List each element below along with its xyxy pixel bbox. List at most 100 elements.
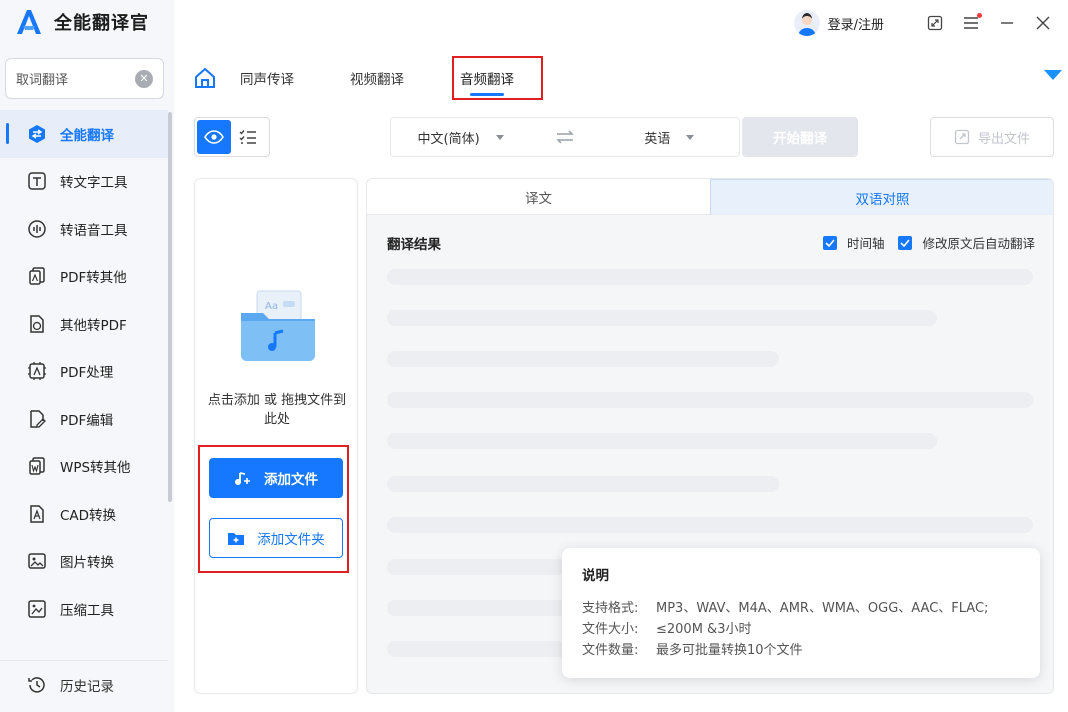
info-value: MP3、WAV、M4A、AMR、WMA、OGG、AAC、FLAC;: [656, 601, 989, 616]
chevron-down-icon: [495, 134, 504, 140]
sidebar-item-label: 转文字工具: [60, 175, 128, 192]
sidebar-item-wps[interactable]: WPS转其他: [0, 443, 168, 491]
search-box[interactable]: ✕: [5, 58, 164, 99]
info-row: 支持格式: MP3、WAV、M4A、AMR、WMA、OGG、AAC、FLAC;: [582, 598, 1020, 619]
info-title: 说明: [582, 568, 609, 584]
add-folder-button[interactable]: 添加文件夹: [209, 518, 343, 558]
source-language-select[interactable]: 中文(简体): [391, 128, 530, 147]
tab-translation[interactable]: 译文: [367, 179, 710, 215]
sidebar-item-label: 转语音工具: [60, 222, 128, 239]
sidebar-item-voice-tool[interactable]: 转语音工具: [0, 205, 168, 253]
sidebar-item-label: 全能翻译: [60, 127, 114, 144]
info-label: 文件数量:: [582, 643, 639, 658]
export-file-button[interactable]: 导出文件: [930, 117, 1054, 157]
tab-simultaneous[interactable]: 同声传译: [240, 68, 294, 88]
cad-icon: [26, 503, 48, 525]
skeleton-line: [387, 517, 1033, 533]
app-title: 全能翻译官: [54, 13, 149, 34]
upload-panel[interactable]: Aa 点击添加 或 拖拽文件到此处: [194, 178, 358, 694]
export-icon: [954, 129, 970, 145]
resize-icon[interactable]: [926, 14, 944, 32]
auto-translate-checkbox[interactable]: 修改原文后自动翻译: [898, 233, 1035, 252]
info-label: 支持格式:: [582, 601, 639, 616]
add-file-label: 添加文件: [264, 472, 318, 488]
skeleton-line: [387, 559, 567, 575]
home-icon[interactable]: [194, 67, 216, 89]
sidebar-item-compress[interactable]: 压缩工具: [0, 585, 168, 633]
auto-translate-label: 修改原文后自动翻译: [922, 236, 1035, 251]
minimize-icon[interactable]: [998, 14, 1016, 32]
to-pdf-icon: [26, 313, 48, 335]
add-file-button[interactable]: 添加文件: [209, 458, 343, 498]
skeleton-line: [387, 269, 1033, 285]
export-label: 导出文件: [977, 131, 1030, 147]
sidebar-item-label: 其他转PDF: [60, 317, 127, 334]
compress-icon: [26, 598, 48, 620]
clear-icon[interactable]: ✕: [135, 69, 153, 88]
login-link[interactable]: 登录/注册: [828, 14, 884, 33]
image-icon: [26, 550, 48, 572]
format-info-box: 说明 支持格式: MP3、WAV、M4A、AMR、WMA、OGG、AAC、FLA…: [562, 548, 1040, 678]
pdf-convert-icon: [26, 265, 48, 287]
svg-text:Aa: Aa: [265, 301, 278, 312]
sidebar-item-pdf-edit[interactable]: PDF编辑: [0, 395, 168, 443]
sidebar-item-image[interactable]: 图片转换: [0, 538, 168, 586]
upload-hint: 点击添加 或 拖拽文件到此处: [207, 393, 347, 427]
sidebar-item-label: 压缩工具: [60, 602, 114, 619]
sidebar-item-label: 图片转换: [60, 555, 114, 572]
window-controls: 登录/注册: [793, 10, 1052, 36]
search-input[interactable]: [16, 71, 126, 86]
add-folder-label: 添加文件夹: [257, 532, 325, 548]
skeleton-line: [387, 433, 937, 449]
menu-icon[interactable]: [962, 13, 982, 32]
chevron-down-icon: [686, 134, 695, 140]
skeleton-line: [387, 351, 779, 367]
start-translate-button[interactable]: 开始翻译: [742, 117, 858, 157]
timeline-label: 时间轴: [846, 236, 885, 251]
sidebar-item-label: WPS转其他: [60, 460, 131, 477]
skeleton-line: [387, 476, 779, 492]
info-value: ≤200M &3小时: [656, 622, 752, 637]
sidebar-item-all-translate[interactable]: 全能翻译: [0, 110, 168, 158]
history-label: 历史记录: [60, 678, 114, 695]
sidebar-item-other-to-pdf[interactable]: 其他转PDF: [0, 300, 168, 348]
skeleton-line: [387, 600, 567, 616]
skeleton-line: [387, 392, 1033, 408]
text-tool-icon: [26, 170, 48, 192]
source-language-label: 中文(简体): [417, 131, 480, 147]
skeleton-line: [387, 641, 567, 657]
info-label: 文件大小:: [582, 622, 639, 637]
app-header: 全能翻译官: [16, 8, 149, 36]
tab-bilingual[interactable]: 双语对照: [710, 179, 1053, 215]
highlight-frame-tab: [452, 56, 543, 100]
voice-tool-icon: [26, 218, 48, 240]
target-language-select[interactable]: 英语: [600, 128, 739, 147]
sidebar-item-text-tool[interactable]: 转文字工具: [0, 158, 168, 206]
sidebar-item-label: PDF编辑: [60, 412, 114, 429]
history-button[interactable]: 历史记录: [0, 660, 168, 708]
info-row: 文件大小: ≤200M &3小时: [582, 619, 1020, 640]
sidebar-item-pdf-process[interactable]: PDF处理: [0, 348, 168, 396]
language-bar: 中文(简体) 英语: [390, 117, 740, 157]
app-logo-icon: [17, 10, 41, 34]
result-tabs: 译文 双语对照: [367, 179, 1053, 215]
translate-icon: [26, 123, 48, 145]
swap-language-icon[interactable]: [530, 130, 600, 144]
sidebar: 全能翻译官 ✕ 全能翻译 转文字工具 转语音工具 P: [0, 0, 174, 712]
sidebar-item-pdf-to-other[interactable]: PDF转其他: [0, 253, 168, 301]
eye-icon[interactable]: [197, 120, 231, 154]
info-row: 文件数量: 最多可批量转换10个文件: [582, 640, 1020, 661]
sidebar-scrollbar[interactable]: [168, 112, 172, 502]
timeline-checkbox[interactable]: 时间轴: [822, 233, 885, 252]
tab-video[interactable]: 视频翻译: [350, 68, 404, 88]
list-icon[interactable]: [231, 120, 265, 154]
collapse-arrow-icon[interactable]: [1044, 70, 1062, 80]
folder-plus-icon: [227, 531, 245, 546]
avatar-icon[interactable]: [793, 10, 820, 36]
history-icon: [26, 674, 48, 696]
notification-dot: [977, 13, 982, 18]
close-icon[interactable]: [1034, 14, 1052, 32]
sidebar-item-cad[interactable]: CAD转换: [0, 490, 168, 538]
pdf-edit-icon: [26, 408, 48, 430]
audio-folder-icon: Aa: [241, 290, 315, 361]
